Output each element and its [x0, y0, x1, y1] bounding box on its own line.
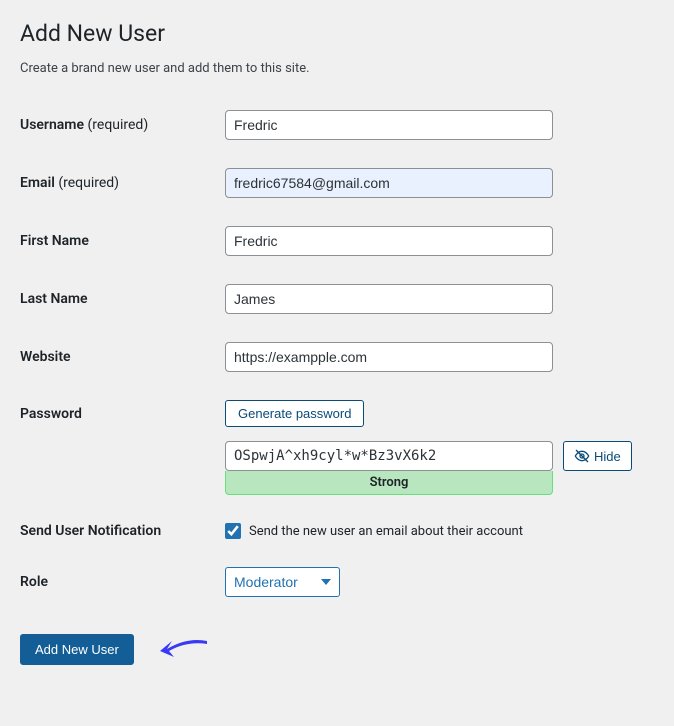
password-strength: Strong [225, 471, 553, 495]
hide-label: Hide [594, 449, 621, 464]
last-name-label: Last Name [20, 284, 225, 314]
generate-password-button[interactable]: Generate password [225, 400, 364, 427]
email-row: Email (required) [20, 154, 654, 212]
submit-row: Add New User [20, 611, 654, 669]
password-row: Password Generate password Strong Hide [20, 386, 654, 509]
first-name-input[interactable] [225, 226, 553, 256]
username-input[interactable] [225, 110, 553, 140]
email-input[interactable] [225, 168, 553, 198]
username-label: Username (required) [20, 110, 225, 140]
first-name-label: First Name [20, 226, 225, 256]
page-description: Create a brand new user and add them to … [20, 61, 654, 76]
password-label: Password [20, 400, 225, 495]
notification-row: Send User Notification Send the new user… [20, 509, 654, 553]
role-select[interactable]: Moderator [225, 567, 340, 597]
role-row: Role Moderator [20, 553, 654, 611]
notification-checkbox[interactable] [225, 523, 241, 539]
notification-description: Send the new user an email about their a… [249, 524, 523, 539]
role-label: Role [20, 567, 225, 597]
page-title: Add New User [20, 20, 654, 47]
add-new-user-button[interactable]: Add New User [20, 634, 134, 665]
hide-password-button[interactable]: Hide [563, 441, 632, 471]
last-name-row: Last Name [20, 270, 654, 328]
website-input[interactable] [225, 342, 553, 372]
website-label: Website [20, 342, 225, 372]
last-name-input[interactable] [225, 284, 553, 314]
notification-label: Send User Notification [20, 523, 225, 539]
username-row: Username (required) [20, 96, 654, 154]
email-label: Email (required) [20, 168, 225, 198]
arrow-icon [152, 629, 212, 669]
website-row: Website [20, 328, 654, 386]
password-input[interactable] [225, 441, 553, 471]
first-name-row: First Name [20, 212, 654, 270]
eye-slash-icon [574, 448, 590, 464]
